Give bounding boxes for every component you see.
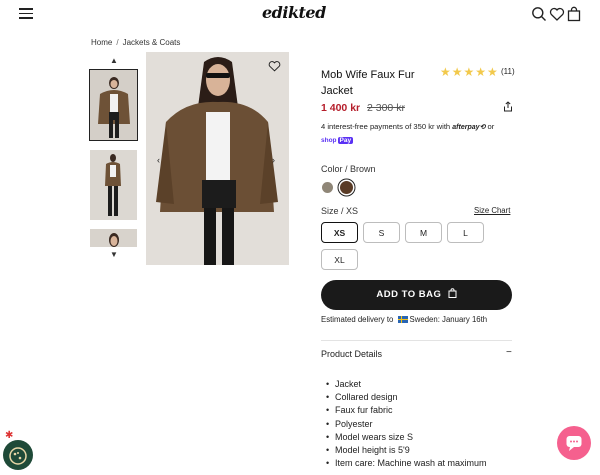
detail-item: Collared design [326, 391, 487, 404]
shoppay-shop-text: shop [321, 137, 337, 144]
size-option-l[interactable]: L [447, 222, 484, 243]
thumbnail-2[interactable] [90, 150, 137, 220]
size-option-m[interactable]: M [405, 222, 442, 243]
product-details-list: Jacket Collared design Faux fur fabric P… [326, 378, 487, 471]
estimated-delivery: Estimated delivery to Sweden: January 16… [321, 315, 487, 324]
breadcrumb: Home / Jackets & Coats [91, 38, 180, 47]
bag-icon [448, 288, 457, 298]
cookie-icon [9, 447, 27, 465]
site-logo[interactable]: edikted [262, 3, 326, 22]
add-to-bag-button[interactable]: ADD TO BAG [321, 280, 512, 310]
divider [321, 340, 512, 341]
sweden-flag-icon [397, 316, 408, 323]
add-to-bag-label: ADD TO BAG [376, 289, 442, 300]
installments-info: 4 interest-free payments of 350 kr with … [321, 121, 516, 147]
bag-icon[interactable] [566, 6, 582, 22]
size-label-text: Size [321, 206, 339, 216]
detail-item: Jacket [326, 378, 487, 391]
favorite-heart-icon[interactable] [268, 60, 281, 72]
share-icon[interactable] [503, 101, 513, 112]
search-icon[interactable] [531, 6, 547, 22]
thumbnail-1-image [90, 70, 137, 140]
size-separator: / [338, 206, 347, 216]
installments-or: or [487, 122, 495, 131]
thumbnail-1[interactable] [89, 69, 138, 141]
color-swatch-grey[interactable] [322, 182, 333, 193]
size-option-s[interactable]: S [363, 222, 400, 243]
size-label: Size / XS [321, 206, 358, 216]
next-image-arrow-icon[interactable]: › [272, 155, 275, 165]
thumbnail-3-image [90, 229, 137, 247]
chat-bubble-icon [566, 436, 582, 451]
thumbnail-2-image [90, 150, 137, 220]
rating-stars-icon[interactable]: ★★★★★ [440, 65, 499, 79]
detail-item: Model wears size S [326, 431, 487, 444]
afterpay-logo[interactable]: afterpay⟲ [452, 124, 485, 131]
original-price: 2 300 kr [367, 102, 405, 114]
breadcrumb-category[interactable]: Jackets & Coats [123, 38, 181, 47]
shoppay-pay-text: Pay [337, 137, 354, 144]
site-header: edikted [0, 0, 600, 30]
installments-text: 4 interest-free payments of 350 kr with [321, 122, 451, 131]
detail-item: Item care: Machine wash at maximum [326, 457, 487, 470]
size-option-xs[interactable]: XS [321, 222, 358, 243]
detail-item: Polyester [326, 418, 487, 431]
detail-item: Model height is 5'9 [326, 444, 487, 457]
color-swatch-brown[interactable] [340, 181, 353, 194]
thumbnail-3[interactable] [90, 229, 137, 247]
collapse-minus-icon[interactable]: − [506, 347, 512, 358]
product-details-header[interactable]: Product Details [321, 349, 382, 359]
thumbs-up-arrow-icon[interactable]: ▲ [109, 57, 119, 65]
product-photo-illustration [146, 52, 289, 265]
color-label: Color / Brown [321, 164, 376, 174]
prev-image-arrow-icon[interactable]: ‹ [157, 155, 160, 165]
color-separator: / [342, 164, 351, 174]
cookie-settings-button[interactable] [3, 440, 33, 470]
breadcrumb-separator: / [116, 38, 119, 47]
wishlist-heart-icon[interactable] [549, 6, 565, 22]
breadcrumb-home[interactable]: Home [91, 38, 112, 47]
color-label-text: Color [321, 164, 343, 174]
size-option-xl[interactable]: XL [321, 249, 358, 270]
color-value: Brown [350, 164, 376, 174]
sale-price: 1 400 kr [321, 102, 361, 114]
product-main-image[interactable] [146, 52, 289, 265]
detail-item: Faux fur fabric [326, 404, 487, 417]
product-title: Mob Wife Faux Fur Jacket [321, 69, 415, 97]
thumbs-down-arrow-icon[interactable]: ▼ [109, 251, 119, 259]
size-value: XS [346, 206, 359, 216]
delivery-prefix: Estimated delivery to [321, 315, 394, 324]
chat-button[interactable] [557, 426, 591, 460]
rating-count[interactable]: (11) [501, 67, 515, 76]
delivery-destination: Sweden: January 16th [409, 315, 488, 324]
size-chart-link[interactable]: Size Chart [474, 206, 510, 215]
shoppay-logo[interactable]: shop Pay [321, 135, 354, 147]
menu-icon[interactable] [19, 8, 33, 20]
